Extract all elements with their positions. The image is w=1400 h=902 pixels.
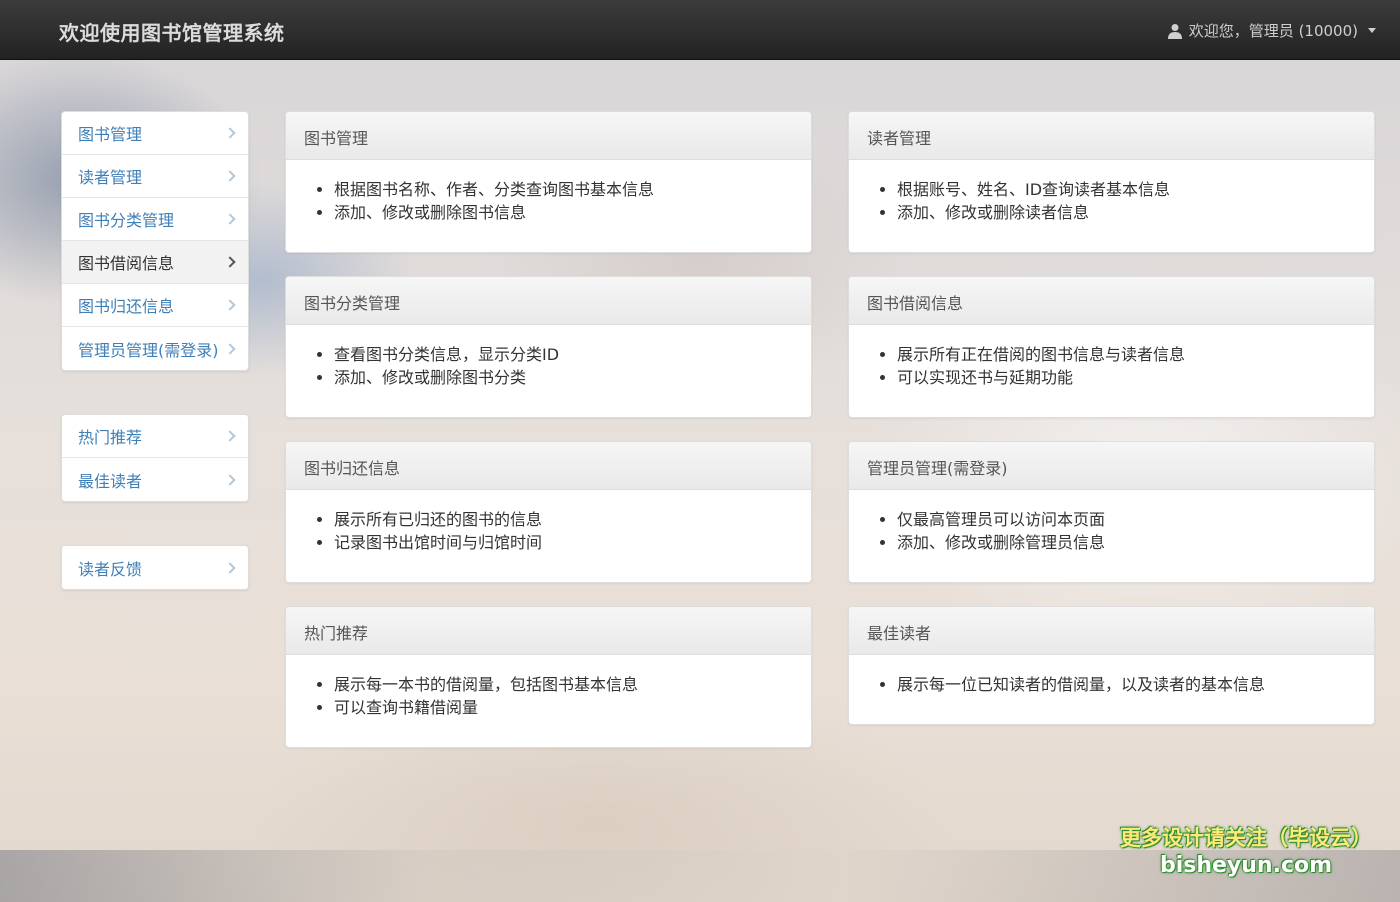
- panel-title: 图书分类管理: [286, 277, 811, 325]
- sidebar-item-best-readers[interactable]: 最佳读者: [62, 458, 248, 501]
- sidebar-item-label: 最佳读者: [78, 471, 143, 491]
- sidebar-item-book-management[interactable]: 图书管理: [62, 112, 248, 155]
- panel-category-management: 图书分类管理 查看图书分类信息，显示分类ID 添加、修改或删除图书分类: [285, 276, 812, 418]
- watermark-line2: bisheyun.com: [1159, 853, 1333, 878]
- panel-title: 最佳读者: [849, 607, 1374, 655]
- panel-title: 图书借阅信息: [849, 277, 1374, 325]
- caret-down-icon: [1368, 28, 1376, 33]
- chevron-right-icon: [224, 213, 236, 225]
- panel-bullet: 仅最高管理员可以访问本页面: [897, 508, 1356, 531]
- sidebar-item-admin-management[interactable]: 管理员管理(需登录): [62, 327, 248, 370]
- sidebar-item-label: 读者管理: [78, 168, 143, 187]
- sidebar-item-label: 图书归还信息: [78, 297, 175, 316]
- chevron-right-icon: [224, 127, 236, 139]
- panel-best-readers: 最佳读者 展示每一位已知读者的借阅量，以及读者的基本信息: [848, 606, 1375, 725]
- chevron-right-icon: [224, 342, 236, 355]
- sidebar-item-return-info[interactable]: 图书归还信息: [62, 284, 248, 327]
- sidebar-menu-stats: 热门推荐 最佳读者: [61, 414, 249, 502]
- panel-bullet: 添加、修改或删除图书分类: [334, 366, 793, 389]
- panel-borrow-info: 图书借阅信息 展示所有正在借阅的图书信息与读者信息 可以实现还书与延期功能: [848, 276, 1375, 418]
- top-navbar: 欢迎使用图书馆管理系统 欢迎您，管理员 (10000): [0, 0, 1400, 60]
- panel-title: 图书管理: [286, 112, 811, 160]
- panel-bullet: 展示每一本书的借阅量，包括图书基本信息: [334, 673, 793, 696]
- chevron-right-icon: [224, 473, 236, 486]
- chevron-right-icon: [224, 256, 236, 268]
- panel-bullet: 记录图书出馆时间与归馆时间: [334, 531, 793, 554]
- panel-bullet: 可以实现还书与延期功能: [897, 366, 1356, 389]
- panel-book-management: 图书管理 根据图书名称、作者、分类查询图书基本信息 添加、修改或删除图书信息: [285, 111, 812, 253]
- panel-title: 读者管理: [849, 112, 1374, 160]
- chevron-right-icon: [224, 170, 236, 182]
- sidebar-item-category-management[interactable]: 图书分类管理: [62, 198, 248, 241]
- sidebar-item-label: 热门推荐: [78, 428, 143, 447]
- chevron-right-icon: [224, 561, 236, 574]
- sidebar-item-reader-feedback[interactable]: 读者反馈: [62, 546, 248, 589]
- panel-title: 热门推荐: [286, 607, 811, 655]
- sidebar-menu-main: 图书管理 读者管理 图书分类管理 图书借阅信息 图书归还信息 管理员管理(需登录…: [61, 111, 249, 371]
- sidebar-menu-feedback: 读者反馈: [61, 545, 249, 590]
- watermark-line1: 更多设计请关注（毕设云）: [1120, 826, 1372, 850]
- panel-admin-management: 管理员管理(需登录) 仅最高管理员可以访问本页面 添加、修改或删除管理员信息: [848, 441, 1375, 583]
- sidebar-item-label: 管理员管理(需登录): [78, 340, 219, 360]
- panel-bullet: 添加、修改或删除读者信息: [897, 201, 1356, 224]
- user-greeting: 欢迎您，管理员 (10000): [1188, 22, 1358, 40]
- panel-return-info: 图书归还信息 展示所有已归还的图书的信息 记录图书出馆时间与归馆时间: [285, 441, 812, 583]
- panel-bullet: 根据账号、姓名、ID查询读者基本信息: [897, 178, 1356, 201]
- panel-bullet: 添加、修改或删除图书信息: [334, 201, 793, 224]
- sidebar-item-hot-recommend[interactable]: 热门推荐: [62, 415, 248, 458]
- sidebar-item-borrow-info[interactable]: 图书借阅信息: [62, 241, 248, 284]
- panel-bullet: 添加、修改或删除管理员信息: [897, 531, 1356, 554]
- panel-bullet: 查看图书分类信息，显示分类ID: [334, 343, 793, 366]
- sidebar-item-label: 图书分类管理: [78, 211, 175, 230]
- watermark: 更多设计请关注（毕设云） bisheyun.com: [1120, 824, 1372, 880]
- user-icon: [1167, 23, 1182, 39]
- panel-bullet: 根据图书名称、作者、分类查询图书基本信息: [334, 178, 793, 201]
- panel-bullet: 展示每一位已知读者的借阅量，以及读者的基本信息: [897, 673, 1356, 696]
- sidebar-item-label: 读者反馈: [78, 559, 143, 579]
- panel-title: 管理员管理(需登录): [849, 442, 1374, 490]
- sidebar-item-reader-management[interactable]: 读者管理: [62, 155, 248, 198]
- panel-title: 图书归还信息: [286, 442, 811, 490]
- user-dropdown[interactable]: 欢迎您，管理员 (10000): [1167, 20, 1376, 41]
- panel-hot-recommend: 热门推荐 展示每一本书的借阅量，包括图书基本信息 可以查询书籍借阅量: [285, 606, 812, 748]
- sidebar-item-label: 图书管理: [78, 125, 143, 144]
- panel-bullet: 可以查询书籍借阅量: [334, 696, 793, 719]
- chevron-right-icon: [224, 430, 236, 442]
- panel-bullet: 展示所有正在借阅的图书信息与读者信息: [897, 343, 1356, 366]
- sidebar-item-label: 图书借阅信息: [78, 254, 175, 273]
- app-brand-title[interactable]: 欢迎使用图书馆管理系统: [59, 17, 285, 46]
- panel-bullet: 展示所有已归还的图书的信息: [334, 508, 793, 531]
- chevron-right-icon: [224, 299, 236, 311]
- panel-reader-management: 读者管理 根据账号、姓名、ID查询读者基本信息 添加、修改或删除读者信息: [848, 111, 1375, 253]
